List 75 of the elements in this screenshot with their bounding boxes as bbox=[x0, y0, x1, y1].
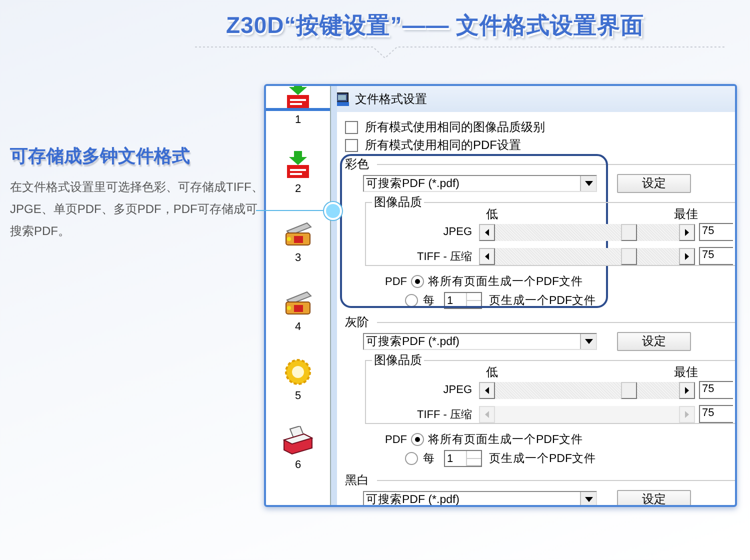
scroll-left-button[interactable] bbox=[479, 248, 495, 264]
radio-button[interactable] bbox=[405, 452, 418, 465]
radio-button[interactable] bbox=[411, 433, 424, 446]
radio-label: 将所有页面生成一个PDF文件 bbox=[428, 274, 583, 289]
radio-button[interactable] bbox=[411, 275, 424, 288]
slider-label: TIFF - 压缩 bbox=[416, 250, 473, 264]
headline: Z30D“按键设置”—— 文件格式设置界面 bbox=[226, 11, 644, 40]
value-field[interactable]: 75 bbox=[699, 381, 733, 399]
group-title: 图像品质 bbox=[372, 194, 424, 211]
right-arrow-icon bbox=[685, 386, 689, 394]
pdf-download-icon bbox=[285, 151, 311, 179]
right-arrow-icon bbox=[685, 252, 689, 260]
scan-button[interactable]: 6 bbox=[266, 422, 330, 491]
checkbox-label: 所有模式使用相同的PDF设置 bbox=[365, 136, 521, 154]
radio-button[interactable] bbox=[405, 294, 418, 307]
format-dropdown[interactable]: 可搜索PDF (*.pdf) bbox=[363, 175, 597, 192]
scan-button[interactable]: 1 bbox=[266, 86, 330, 146]
spinner-suffix-label: 页生成一个PDF文件 bbox=[489, 452, 596, 466]
settings-button[interactable]: 设定 bbox=[617, 174, 691, 193]
feature-title: 可存储成多钟文件格式 bbox=[10, 145, 191, 168]
left-arrow-icon bbox=[485, 386, 489, 394]
dropdown-arrow-icon bbox=[584, 497, 592, 502]
scale-label: 最佳 bbox=[674, 206, 698, 223]
right-arrow-icon bbox=[685, 228, 689, 236]
dropdown-arrow-icon bbox=[584, 181, 592, 186]
scale-label: 低 bbox=[486, 206, 498, 223]
pdf-label: PDF bbox=[385, 434, 407, 446]
scanner-app-icon bbox=[337, 92, 349, 106]
radio-label: 每 bbox=[423, 294, 435, 308]
settings-button[interactable]: 设定 bbox=[617, 490, 691, 505]
checkbox[interactable] bbox=[345, 120, 358, 134]
printer-icon bbox=[282, 426, 314, 456]
feature-description: 在文件格式设置里可选择色彩、可存储成TIFF、JPGE、单页PDF、多页PDF，PDF可存储成可搜索PDF。 bbox=[10, 179, 264, 240]
slider-label: TIFF - 压缩 bbox=[416, 408, 473, 422]
left-arrow-icon bbox=[485, 410, 489, 418]
slider-label: JPEG bbox=[442, 226, 473, 238]
dialog-title: 文件格式设置 bbox=[355, 90, 427, 108]
page-count-spinner[interactable]: 1 bbox=[444, 450, 482, 467]
left-arrow-icon bbox=[485, 228, 489, 236]
right-arrow-icon bbox=[685, 410, 689, 418]
scroll-left-button[interactable] bbox=[479, 382, 495, 398]
spinner-suffix-label: 页生成一个PDF文件 bbox=[489, 294, 596, 308]
format-dropdown[interactable]: 可搜索PDF (*.pdf) bbox=[363, 333, 597, 350]
pdf-label: PDF bbox=[385, 276, 407, 288]
checkbox[interactable] bbox=[345, 138, 358, 152]
dropdown-arrow-icon bbox=[584, 339, 592, 344]
sun-icon bbox=[284, 358, 312, 386]
radio-label: 将所有页面生成一个PDF文件 bbox=[428, 432, 583, 447]
scanner-icon bbox=[283, 221, 313, 247]
scale-label: 低 bbox=[486, 364, 498, 381]
scan-button[interactable]: 4 bbox=[266, 284, 330, 353]
radio-label: 每 bbox=[423, 452, 435, 466]
settings-button[interactable]: 设定 bbox=[617, 332, 691, 351]
scroll-right-button[interactable] bbox=[679, 224, 695, 240]
checkbox-label: 所有模式使用相同的图像品质级别 bbox=[365, 118, 545, 136]
section-title: 彩色 bbox=[345, 156, 369, 172]
scan-button[interactable]: 3 bbox=[266, 215, 330, 284]
scan-button[interactable]: 2 bbox=[266, 146, 330, 215]
group-title: 图像品质 bbox=[372, 352, 424, 369]
scan-button[interactable]: 5 bbox=[266, 353, 330, 422]
value-field[interactable]: 75 bbox=[699, 247, 733, 265]
scroll-right-button[interactable] bbox=[679, 248, 695, 264]
section-title: 黑白 bbox=[345, 472, 369, 488]
slider-thumb[interactable] bbox=[621, 248, 637, 264]
slider-thumb[interactable] bbox=[621, 224, 637, 240]
slider-label: JPEG bbox=[442, 384, 473, 396]
scroll-right-button[interactable] bbox=[679, 382, 695, 398]
value-field[interactable]: 75 bbox=[699, 223, 733, 241]
scroll-left-button[interactable] bbox=[479, 224, 495, 240]
scale-label: 最佳 bbox=[674, 364, 698, 381]
slider-thumb[interactable] bbox=[621, 382, 637, 398]
left-arrow-icon bbox=[485, 252, 489, 260]
leader-line bbox=[256, 210, 326, 211]
section-title: 灰阶 bbox=[345, 314, 369, 330]
scanner-icon bbox=[283, 290, 313, 316]
